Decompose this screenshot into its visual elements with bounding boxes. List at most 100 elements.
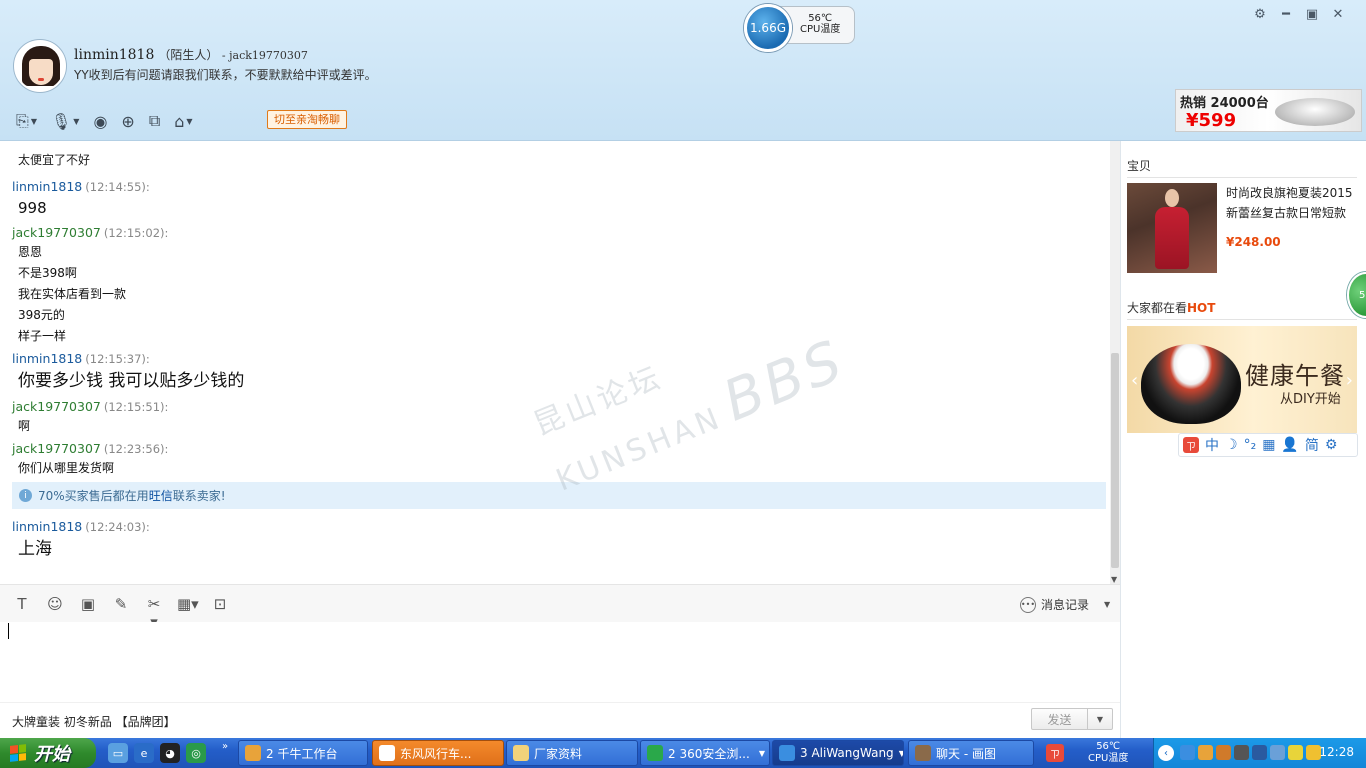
contact-nickname[interactable]: linmin1818 — [74, 47, 154, 63]
product-name[interactable]: 时尚改良旗袍夏装2015新蕾丝复古款日常短款 — [1226, 183, 1361, 223]
gear-icon[interactable]: ⚙ — [1252, 6, 1268, 22]
message-sender[interactable]: linmin1818 — [12, 179, 82, 194]
browser-icon[interactable]: ◎ — [186, 743, 206, 763]
maximize-icon[interactable]: ▣ — [1304, 6, 1320, 22]
rice-bowl-image — [1141, 344, 1241, 424]
tray-expand-icon[interactable]: ‹ — [1158, 745, 1174, 761]
send-options-button[interactable]: ▼ — [1088, 708, 1113, 730]
cpu-temp-widget[interactable]: 1.66G 56℃ CPU温度 — [744, 4, 855, 52]
input-toolbar: T ☺ ▣ ✎ ✂▾ ▦▾ ⊡ ••• 消息记录 ▼ — [0, 584, 1120, 631]
taskbar-task-button[interactable]: 2 千牛工作台 — [238, 740, 368, 766]
clock[interactable]: 12:28 — [1319, 745, 1354, 759]
network-icon[interactable] — [1252, 745, 1267, 760]
tray-app-icon[interactable] — [1198, 745, 1213, 760]
chevron-down-icon[interactable]: ▼ — [899, 749, 903, 758]
header-ad-banner[interactable]: 热销 24000台 ¥599 — [1175, 89, 1362, 132]
hot-badge: HOT — [1187, 301, 1216, 315]
tray-app-icon[interactable] — [1270, 745, 1285, 760]
message-input[interactable] — [0, 622, 1120, 702]
input-footer: 大牌童装 初冬新品 【品牌团】 发送 ▼ — [0, 702, 1120, 738]
app-icon — [647, 745, 663, 761]
chat-message: linmin1818 (12:14:55): 998 — [12, 178, 1106, 221]
watching-section-title: 大家都在看HOT — [1127, 301, 1216, 315]
contact-title: linmin1818 （陌生人） - jack19770307 — [74, 46, 308, 63]
moon-icon[interactable]: ☽ — [1225, 437, 1238, 453]
cpu-temp-readout: 56℃ CPU温度 — [800, 13, 841, 35]
voice-button[interactable]: 🎙 ▼ — [49, 110, 81, 132]
message-time: (12:23:56): — [103, 442, 169, 456]
wangxin-tip-bar[interactable]: i 70%买家售后都在用 旺信 联系卖家! — [12, 482, 1106, 509]
message-sender[interactable]: jack19770307 — [12, 441, 101, 456]
show-desktop-icon[interactable]: ▭ — [108, 743, 128, 763]
ime-chinese-mode[interactable]: 中 — [1205, 435, 1219, 455]
memory-ball: 1.66G — [744, 4, 792, 52]
contact-relation: （陌生人） — [158, 48, 219, 62]
tip-link[interactable]: 旺信 — [149, 487, 173, 504]
tray-app-icon[interactable] — [1180, 745, 1195, 760]
keyboard-icon[interactable]: ▦ — [1262, 437, 1275, 453]
app-icon — [245, 745, 261, 761]
window-controls: ⚙ ━ ▣ ✕ — [1252, 6, 1346, 22]
carousel-prev-icon[interactable]: ‹ — [1131, 370, 1138, 391]
message-sender[interactable]: linmin1818 — [12, 351, 82, 366]
taskbar-task-button[interactable]: 东风风行车... — [372, 740, 504, 766]
robot-icon: ⌂ — [174, 111, 185, 131]
message-sender[interactable]: linmin1818 — [12, 519, 82, 534]
message-history-button[interactable]: ••• 消息记录 ▼ — [1020, 596, 1110, 613]
close-icon[interactable]: ✕ — [1330, 6, 1346, 22]
ime-taskbar-icon[interactable]: ㄗ — [1046, 744, 1064, 762]
chat-history[interactable]: 太便宜了不好 linmin1818 (12:14:55): 998 jack19770… — [0, 141, 1120, 584]
taskbar-task-button[interactable]: 聊天 - 画图 — [908, 740, 1034, 766]
task-label: 2 千牛工作台 — [266, 746, 338, 761]
share-screen-icon: ⧉ — [148, 111, 161, 130]
chevron-down-icon[interactable]: ▼ — [1104, 600, 1110, 609]
message-text: 998 — [18, 199, 47, 217]
video-button[interactable]: ◉ — [91, 110, 109, 132]
message-sender[interactable]: jack19770307 — [12, 225, 101, 240]
chat-scrollbar[interactable]: ▼ — [1110, 141, 1120, 584]
switch-to-qintao-button[interactable]: 切至亲淘畅聊 — [267, 110, 347, 129]
message-sender[interactable]: jack19770307 — [12, 399, 101, 414]
side-panel: 宝贝 时尚改良旗袍夏装2015新蕾丝复古款日常短款 ¥248.00 大家都在看H… — [1121, 141, 1366, 738]
ie-icon[interactable]: e — [134, 743, 154, 763]
scroll-down-icon[interactable]: ▼ — [1111, 575, 1117, 584]
promo-link[interactable]: 大牌童装 初冬新品 【品牌团】 — [12, 713, 176, 730]
tray-app-icon[interactable] — [1216, 745, 1231, 760]
taskbar-task-button[interactable]: 厂家资料 — [506, 740, 638, 766]
add-contact-button[interactable]: ⊕ — [119, 110, 136, 132]
user-icon[interactable]: 👤 — [1281, 437, 1298, 453]
taskbar-task-button[interactable]: 3 AliWangWang ▼ — [772, 740, 904, 766]
chat-message: jack19770307 (12:23:56): 你们从哪里发货啊 — [12, 440, 1106, 479]
message-time: (12:15:37): — [85, 352, 150, 366]
carousel-next-icon[interactable]: › — [1346, 370, 1353, 391]
quick-launch-more-icon[interactable]: » — [222, 741, 228, 752]
app-icon — [379, 745, 395, 761]
divider — [1127, 319, 1357, 320]
message-time: (12:15:02): — [103, 226, 169, 240]
ime-settings-icon[interactable]: ⚙ — [1325, 437, 1338, 453]
tray-app-icon[interactable] — [1234, 745, 1249, 760]
message-text: 398元的 — [18, 308, 65, 322]
product-image[interactable] — [1127, 183, 1217, 273]
lunch-ad-carousel[interactable]: 健康午餐 从DIY开始 ‹ › — [1127, 326, 1357, 433]
minimize-icon[interactable]: ━ — [1278, 6, 1294, 22]
send-button[interactable]: 发送 — [1031, 708, 1088, 730]
taskbar-cpu-temp[interactable]: 56℃ CPU温度 — [1088, 741, 1128, 765]
punctuation-icon[interactable]: °₂ — [1244, 437, 1257, 453]
chevron-down-icon[interactable]: ▼ — [759, 749, 765, 758]
system-tray: ‹ 12:28 — [1153, 738, 1366, 768]
qq-icon[interactable]: ◕ — [160, 743, 180, 763]
ime-simplified[interactable]: 简 — [1305, 435, 1319, 455]
scrollbar-thumb[interactable] — [1111, 353, 1119, 568]
volume-icon[interactable] — [1288, 745, 1303, 760]
ime-logo-icon[interactable]: ㄗ — [1183, 437, 1199, 453]
transfer-file-button[interactable]: ⎘ ▼ — [14, 110, 39, 132]
taskbar-task-button[interactable]: 2 360安全浏... ▼ — [640, 740, 770, 766]
share-screen-button[interactable]: ⧉ — [147, 110, 162, 132]
text-cursor — [8, 623, 9, 639]
tip-text: 联系卖家! — [172, 489, 226, 503]
remote-assist-button[interactable]: ⌂ ▼ — [172, 110, 194, 132]
start-button[interactable]: 开始 — [0, 738, 96, 768]
avatar[interactable] — [14, 40, 66, 92]
info-icon: i — [19, 489, 32, 502]
